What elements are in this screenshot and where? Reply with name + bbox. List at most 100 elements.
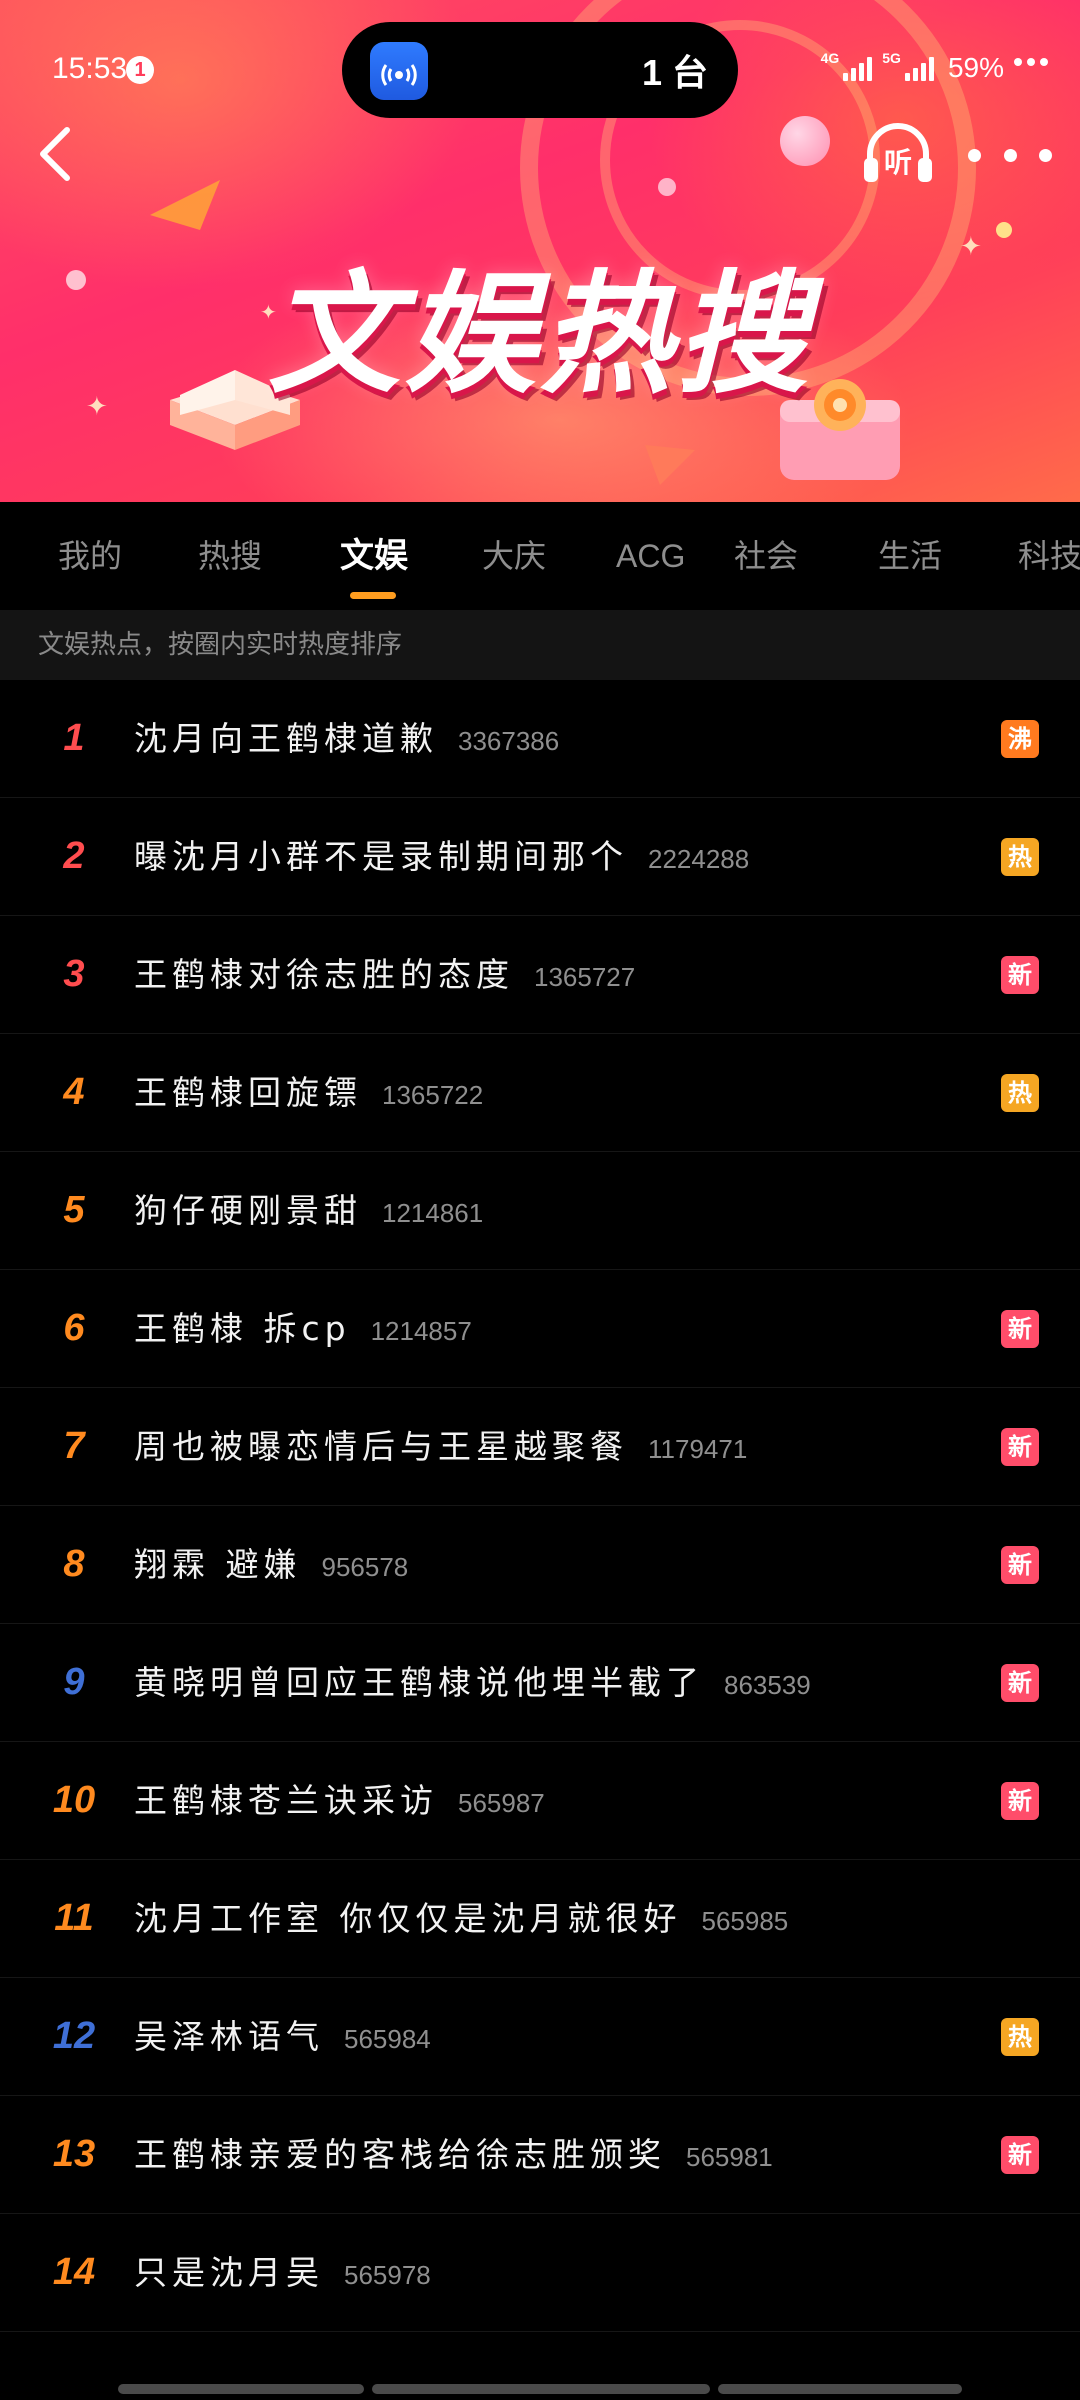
status-badge: 新	[1001, 1546, 1039, 1584]
rank-number: 1	[63, 717, 85, 759]
heat-value: 1365722	[382, 1080, 484, 1110]
heat-value: 565978	[344, 2260, 431, 2290]
status-badge: 新	[1001, 2136, 1039, 2174]
status-badge: 新	[1001, 1664, 1039, 1702]
list-item[interactable]: 4 王鹤棣回旋镖 1365722 热	[0, 1034, 1080, 1152]
list-description-text: 文娱热点，按圈内实时热度排序	[38, 630, 403, 660]
status-badge: 新	[1001, 1428, 1039, 1466]
notification-badge: 1	[126, 56, 154, 84]
tab-society[interactable]: 社会	[734, 502, 798, 610]
scroll-segment	[118, 2384, 364, 2394]
status-badge: 热	[1001, 838, 1039, 876]
tab-tech[interactable]: 科技	[1018, 502, 1080, 610]
rank-number: 13	[52, 2133, 96, 2175]
rank-number: 10	[52, 1779, 96, 1821]
heat-value: 956578	[321, 1552, 409, 1582]
status-badge: 热	[1001, 1074, 1039, 1112]
item-title-text: 只是沈月吴	[134, 2253, 324, 2292]
rank-number: 11	[54, 1897, 94, 1939]
item-title: 王鹤棣苍兰诀采访 565987	[134, 1742, 545, 1862]
network-4g-label: 4G	[820, 50, 840, 66]
rank-number: 4	[63, 1071, 85, 1113]
item-title-text: 王鹤棣苍兰诀采访	[134, 1781, 438, 1820]
list-item[interactable]: 2 曝沈月小群不是录制期间那个 2224288 热	[0, 798, 1080, 916]
item-title: 狗仔硬刚景甜 1214861	[134, 1152, 483, 1272]
heat-value: 863539	[724, 1670, 811, 1700]
list-item[interactable]: 3 王鹤棣对徐志胜的态度 1365727 新	[0, 916, 1080, 1034]
listen-button[interactable]: 听	[860, 120, 936, 186]
tab-hot-search[interactable]: 热搜	[198, 502, 262, 610]
item-title-text: 王鹤棣 拆cp	[134, 1309, 351, 1348]
item-title-text: 周也被曝恋情后与王星越聚餐	[134, 1427, 628, 1466]
rank-number: 14	[52, 2251, 96, 2293]
list-item[interactable]: 9 黄晓明曾回应王鹤棣说他埋半截了 863539 新	[0, 1624, 1080, 1742]
battery-percent: 59%	[947, 52, 1004, 83]
network-5g-label: 5G	[882, 50, 901, 66]
tab-life[interactable]: 生活	[878, 502, 942, 610]
tab-mine[interactable]: 我的	[58, 502, 122, 610]
island-text: 1 台	[641, 52, 708, 93]
broadcast-icon	[370, 42, 428, 100]
status-badge: 热	[1001, 2018, 1039, 2056]
back-button[interactable]	[30, 124, 80, 184]
list-item[interactable]: 14 只是沈月吴 565978	[0, 2214, 1080, 2332]
heat-value: 565985	[701, 1906, 789, 1936]
item-title: 王鹤棣对徐志胜的态度 1365727	[134, 916, 635, 1036]
status-badge: 新	[1001, 956, 1039, 994]
rank-number: 6	[63, 1307, 85, 1349]
decor-triangle	[645, 445, 695, 485]
status-indicators: 4G 5G 59%	[820, 50, 1004, 84]
item-title: 只是沈月吴 565978	[134, 2214, 431, 2334]
listen-label: 听	[884, 146, 912, 179]
header-banner: ✦ ✦ ✦ 15:53 1 1 台 4G 5G 59% 听 文娱热搜	[0, 0, 1080, 502]
list-item[interactable]: 12 吴泽林语气 565984 热	[0, 1978, 1080, 2096]
tab-acg[interactable]: ACG	[616, 502, 685, 610]
more-dot-icon	[968, 148, 981, 162]
decor-dot	[658, 178, 676, 196]
more-options-button[interactable]	[968, 135, 1052, 175]
hot-search-list: 1 沈月向王鹤棣道歉 3367386 沸 2 曝沈月小群不是录制期间那个 2224288 热 3…	[0, 680, 1080, 2332]
item-title-text: 沈月工作室 你仅仅是沈月就很好	[134, 1899, 682, 1938]
item-title: 王鹤棣回旋镖 1365722	[134, 1034, 483, 1154]
list-item[interactable]: 1 沈月向王鹤棣道歉 3367386 沸	[0, 680, 1080, 798]
item-title-text: 沈月向王鹤棣道歉	[134, 719, 438, 758]
tab-daqing[interactable]: 大庆	[482, 502, 546, 610]
more-dot-icon	[1003, 148, 1017, 162]
list-item[interactable]: 10 王鹤棣苍兰诀采访 565987 新	[0, 1742, 1080, 1860]
list-item[interactable]: 13 王鹤棣亲爱的客栈给徐志胜颁奖 565981 新	[0, 2096, 1080, 2214]
item-title-text: 翔霖 避嫌	[134, 1545, 302, 1584]
scroll-segment	[718, 2384, 962, 2394]
item-title: 曝沈月小群不是录制期间那个 2224288	[134, 798, 749, 918]
headphones-icon: 听	[864, 123, 932, 182]
heat-value: 1365727	[534, 962, 636, 992]
active-tab-indicator	[350, 592, 396, 599]
status-badge: 沸	[1001, 720, 1039, 758]
chevron-left-icon	[40, 127, 70, 181]
rank-number: 3	[63, 953, 85, 995]
list-item[interactable]: 8 翔霖 避嫌 956578 新	[0, 1506, 1080, 1624]
status-time: 15:53	[52, 52, 128, 85]
list-item[interactable]: 6 王鹤棣 拆cp 1214857 新	[0, 1270, 1080, 1388]
list-item[interactable]: 7 周也被曝恋情后与王星越聚餐 1179471 新	[0, 1388, 1080, 1506]
category-tabs: 我的 热搜 文娱 大庆 ACG 社会 生活 科技	[0, 502, 1080, 610]
status-more-icon	[1014, 58, 1048, 66]
item-title-text: 王鹤棣回旋镖	[134, 1073, 362, 1112]
signal-icon	[843, 55, 873, 81]
item-title-text: 黄晓明曾回应王鹤棣说他埋半截了	[134, 1663, 704, 1702]
heat-value: 1179471	[648, 1434, 748, 1464]
list-item[interactable]: 11 沈月工作室 你仅仅是沈月就很好 565985	[0, 1860, 1080, 1978]
heat-value: 565984	[344, 2024, 431, 2054]
item-title: 沈月向王鹤棣道歉 3367386	[134, 680, 559, 800]
item-title-text: 狗仔硬刚景甜	[134, 1191, 362, 1230]
rank-number: 5	[63, 1189, 85, 1231]
list-item[interactable]: 5 狗仔硬刚景甜 1214861	[0, 1152, 1080, 1270]
rank-number: 2	[63, 835, 85, 877]
heat-value: 3367386	[458, 726, 560, 756]
heat-value: 565987	[458, 1788, 545, 1818]
rank-number: 8	[63, 1543, 85, 1585]
banner-title: 文娱热搜	[268, 258, 812, 412]
heat-value: 2224288	[648, 844, 750, 874]
item-title: 翔霖 避嫌 956578	[134, 1506, 408, 1626]
dynamic-island[interactable]: 1 台	[342, 22, 738, 118]
status-badge: 新	[1001, 1310, 1039, 1348]
